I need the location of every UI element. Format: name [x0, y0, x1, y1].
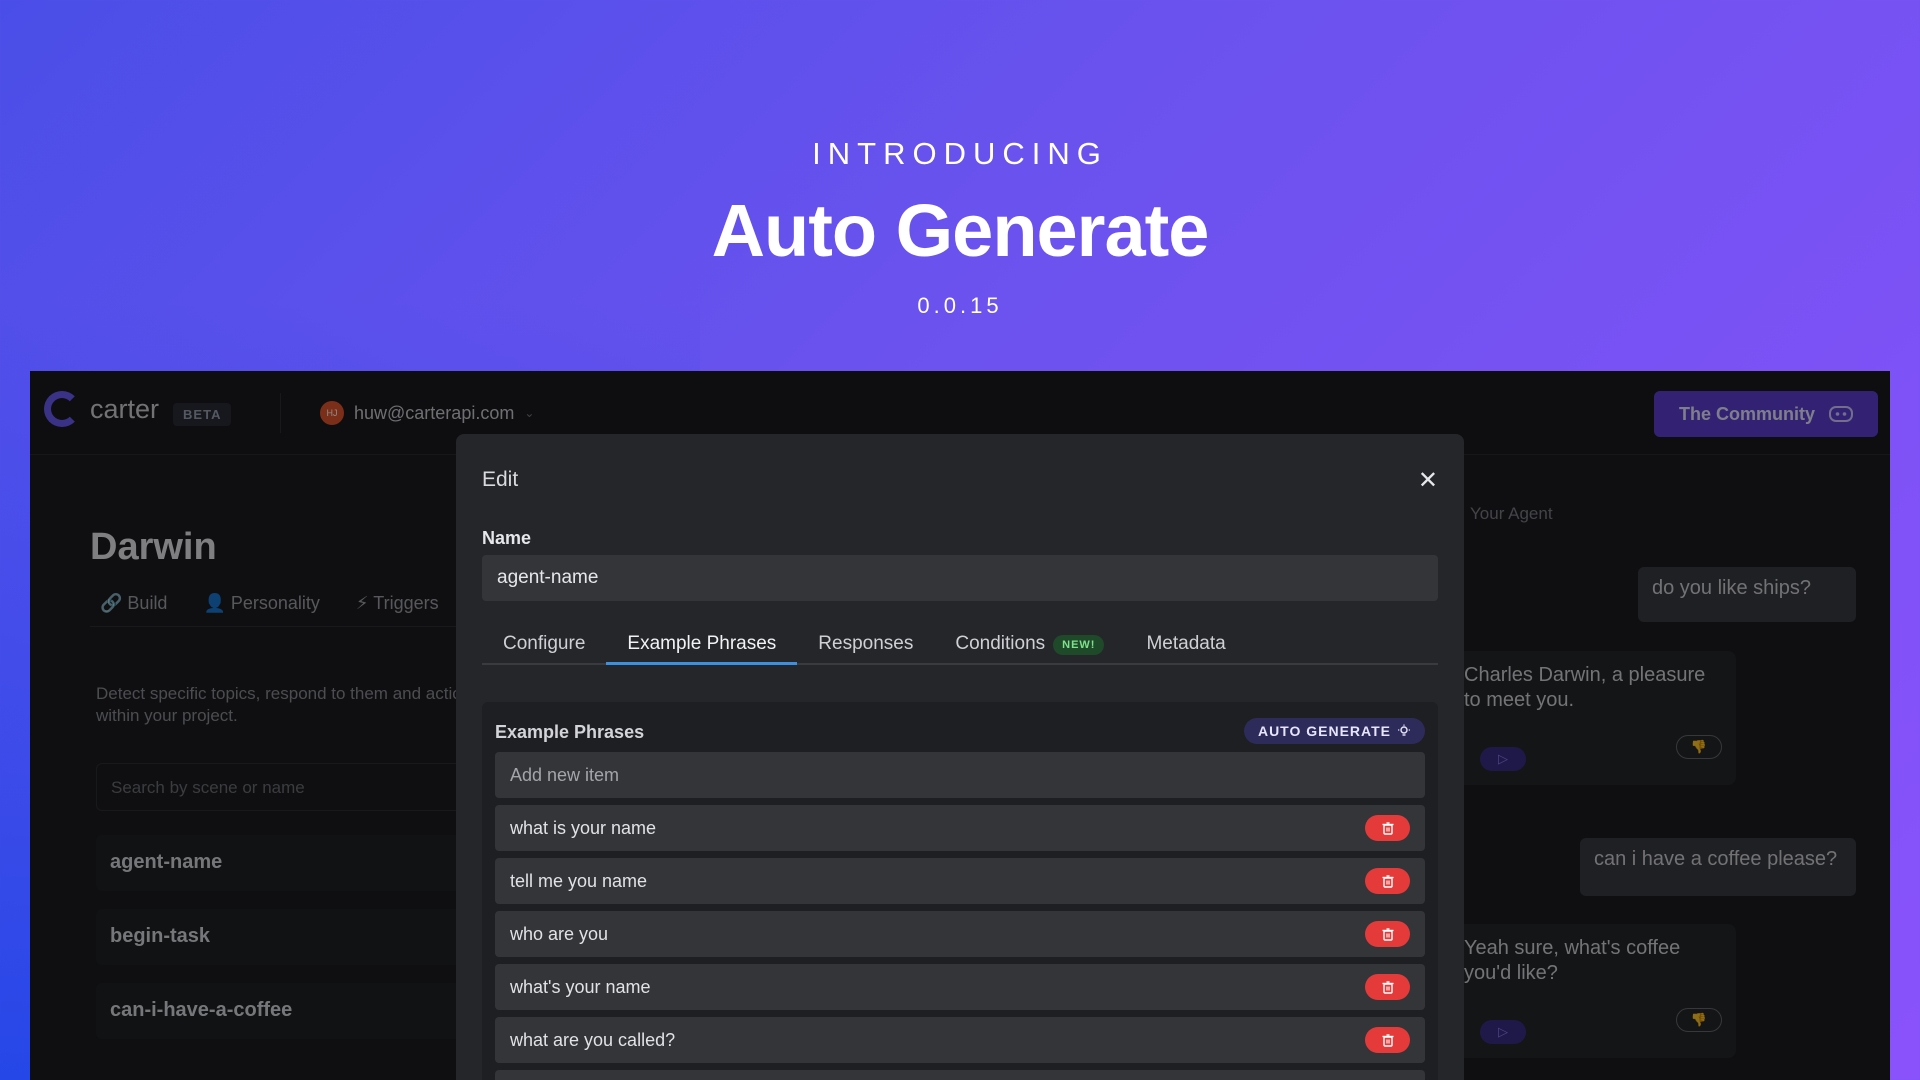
phrase-row[interactable]: tell me you name [495, 858, 1425, 904]
phrase-row[interactable]: what's your name [495, 964, 1425, 1010]
delete-button[interactable] [1365, 1027, 1410, 1053]
tab-configure-label: Configure [503, 633, 586, 654]
phrase-row[interactable]: what is your name [495, 805, 1425, 851]
delete-button[interactable] [1365, 868, 1410, 894]
tab-conditions-label: Conditions [955, 633, 1046, 654]
phrase-row[interactable]: who are you [495, 911, 1425, 957]
tab-configure[interactable]: Configure [482, 624, 606, 665]
phrase-row[interactable]: what are you called? [495, 1017, 1425, 1063]
hero-kicker: INTRODUCING [812, 136, 1108, 171]
name-label: Name [482, 528, 532, 548]
trash-icon [1382, 874, 1393, 888]
modal-title: Edit [482, 468, 519, 491]
phrase-row[interactable] [495, 1070, 1425, 1080]
auto-generate-button[interactable]: AUTO GENERATE [1243, 718, 1425, 744]
tab-conditions[interactable]: Conditions NEW! [934, 624, 1125, 665]
section-title: Example Phrases [495, 722, 645, 742]
lightbulb-icon [1398, 724, 1410, 736]
phrase-text: who are you [510, 923, 609, 944]
phrase-text: what are you called? [510, 1029, 676, 1050]
hero-banner: INTRODUCING Auto Generate 0.0.15 [0, 0, 1920, 370]
tab-metadata[interactable]: Metadata [1125, 624, 1246, 665]
trash-icon [1382, 980, 1393, 994]
add-item-input[interactable] [495, 752, 1425, 798]
trash-icon [1382, 927, 1393, 941]
name-input[interactable] [482, 555, 1438, 601]
hero-version: 0.0.15 [917, 293, 1003, 318]
tab-responses-label: Responses [818, 633, 914, 654]
example-phrases-section: Example Phrases AUTO GENERATE what is yo… [482, 702, 1438, 1080]
delete-button[interactable] [1365, 974, 1410, 1000]
trash-icon [1382, 1033, 1393, 1047]
trash-icon [1382, 821, 1393, 835]
tab-metadata-label: Metadata [1146, 633, 1226, 654]
close-icon[interactable]: ✕ [1418, 466, 1438, 495]
delete-button[interactable] [1365, 921, 1410, 947]
phrase-text: tell me you name [510, 870, 648, 891]
modal-tabs: Configure Example Phrases Responses Cond… [482, 624, 1438, 665]
phrase-text: what's your name [510, 976, 651, 997]
delete-button[interactable] [1365, 815, 1410, 841]
new-badge: NEW! [1053, 635, 1105, 655]
edit-modal: Edit ✕ Name Configure Example Phrases Re… [456, 434, 1464, 1080]
hero-title: Auto Generate [711, 189, 1210, 272]
phrase-text: what is your name [510, 817, 657, 838]
tab-example-phrases[interactable]: Example Phrases [606, 624, 798, 665]
auto-generate-label: AUTO GENERATE [1257, 723, 1391, 739]
tab-responses[interactable]: Responses [797, 624, 934, 665]
tab-example-phrases-label: Example Phrases [627, 633, 777, 654]
